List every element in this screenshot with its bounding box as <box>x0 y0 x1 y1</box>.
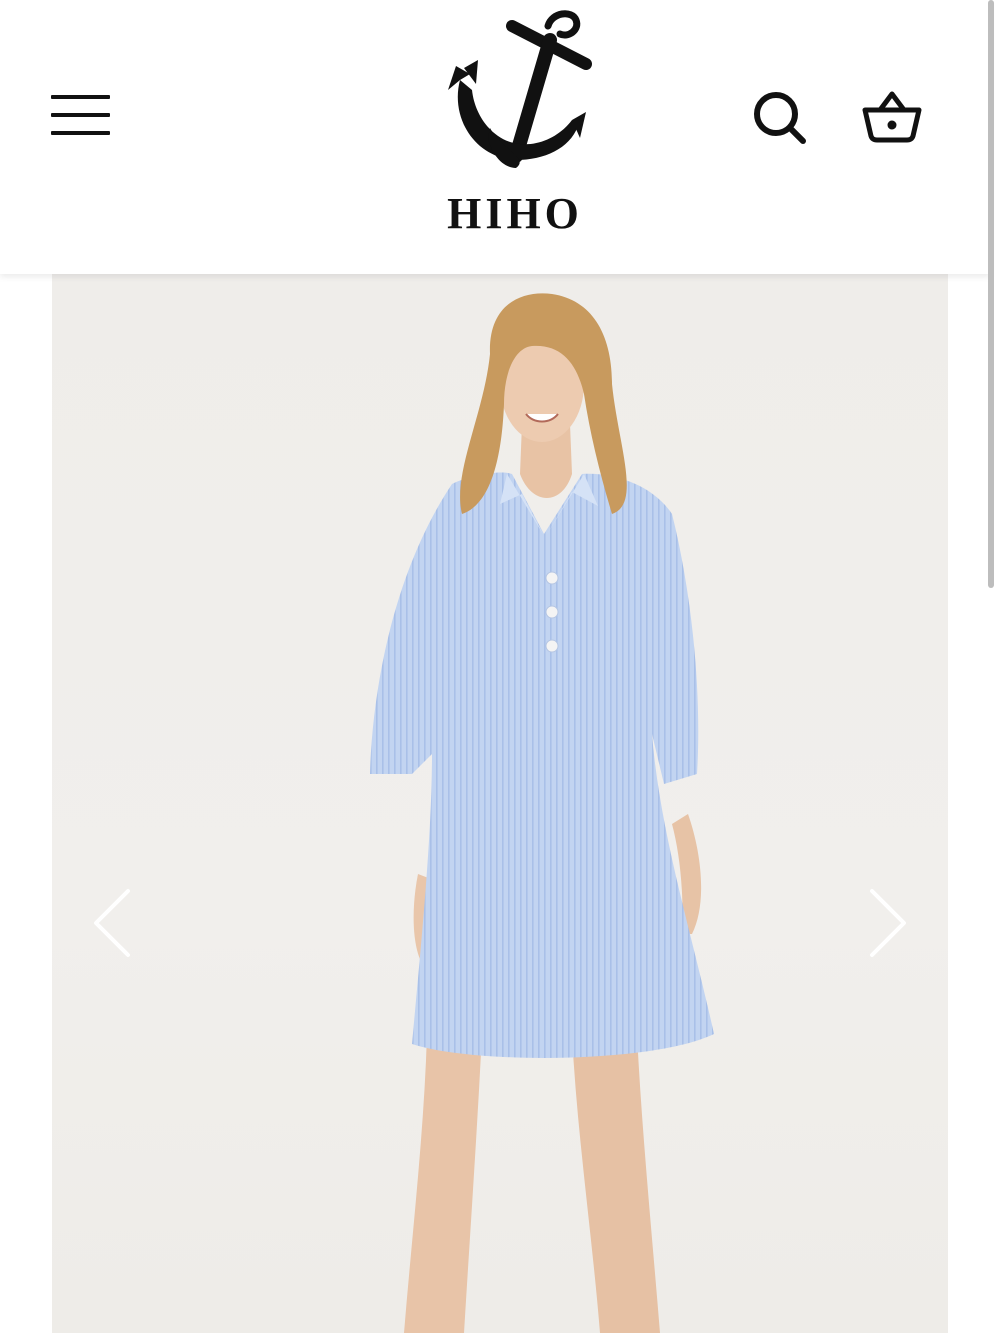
hamburger-menu-icon[interactable] <box>50 95 112 139</box>
product-image[interactable] <box>52 274 948 1333</box>
product-page: HIHO <box>0 0 1000 1333</box>
site-header: HIHO <box>0 0 990 274</box>
menu-line <box>51 95 110 99</box>
brand-logo[interactable]: HIHO <box>420 8 610 238</box>
page-scrollbar[interactable] <box>988 0 994 588</box>
chevron-right-icon[interactable] <box>862 885 912 961</box>
anchor-icon <box>448 10 592 168</box>
brand-name: HIHO <box>447 189 583 238</box>
menu-line <box>51 131 110 135</box>
search-icon[interactable] <box>752 90 808 146</box>
basket-icon[interactable] <box>860 88 924 144</box>
chevron-left-icon[interactable] <box>88 885 138 961</box>
menu-line <box>51 113 110 117</box>
